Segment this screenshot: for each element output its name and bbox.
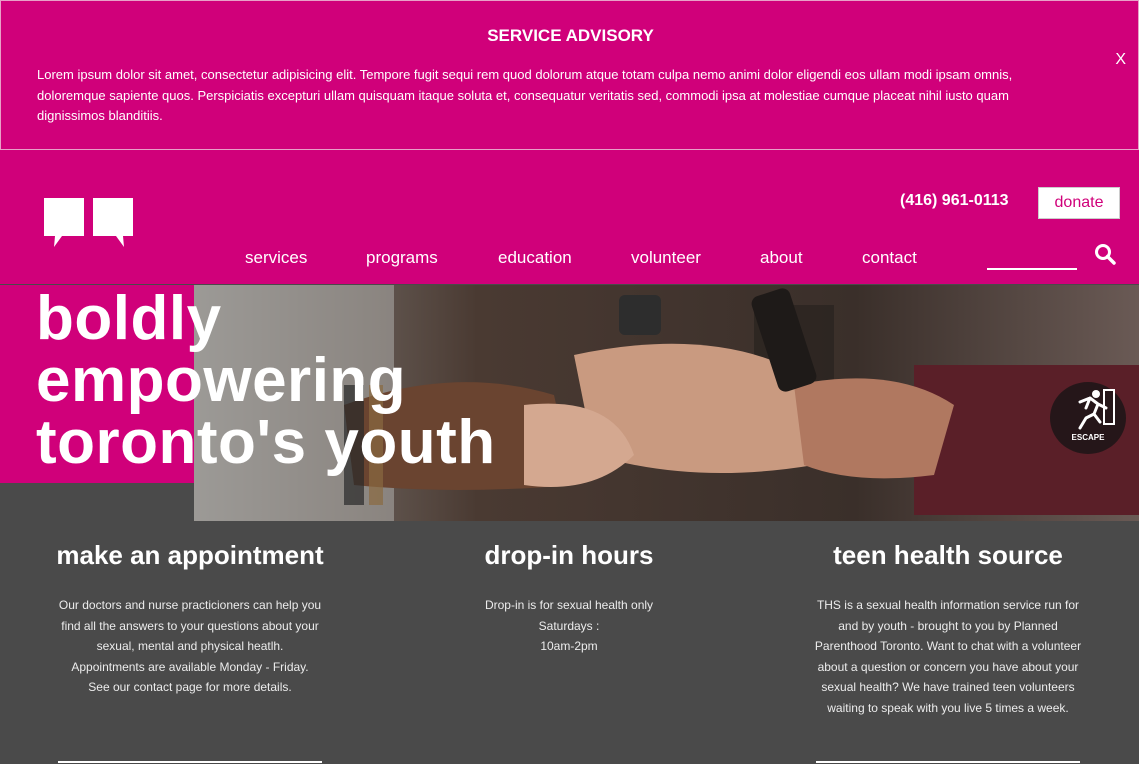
escape-button[interactable]: ESCAPE (1050, 382, 1126, 454)
teen-health-text-line: and by youth - brought to you by Planned (838, 618, 1058, 633)
phone-number[interactable]: (416) 961-0113 (900, 192, 1009, 210)
teen-health-column: teen health source THS is a sexual healt… (798, 540, 1098, 718)
appointment-text-line: find all the answers to your questions a… (61, 618, 319, 633)
advisory-title: SERVICE ADVISORY (487, 26, 654, 45)
drop-in-text-line: 10am-2pm (540, 639, 598, 653)
appointment-text: Our doctors and nurse practicioners can … (40, 595, 340, 698)
nav-volunteer[interactable]: volunteer (631, 248, 701, 268)
escape-label: ESCAPE (1071, 433, 1105, 442)
appointment-underline (58, 761, 322, 763)
nav-programs[interactable]: programs (366, 248, 438, 268)
advisory-body: Lorem ipsum dolor sit amet, consectetur … (37, 67, 1013, 123)
hero-title-line-1: boldly (36, 284, 222, 353)
speech-bubbles-logo[interactable] (44, 195, 136, 251)
appointment-title: make an appointment (56, 540, 324, 570)
appointment-text-line: sexual, mental and physical heatlh. (96, 639, 284, 653)
nav-about[interactable]: about (760, 248, 803, 268)
search-icon[interactable] (1093, 243, 1117, 267)
teen-health-text: THS is a sexual health information servi… (798, 595, 1098, 718)
hero-title-line-3: toronto's youth (36, 408, 496, 477)
teen-health-text-line: waiting to speak with you live 5 times a… (827, 700, 1069, 715)
hero-title-line-2: empowering (36, 346, 407, 415)
teen-health-text-line: THS is a sexual health information servi… (816, 598, 1080, 612)
running-person-icon (1078, 389, 1115, 430)
appointment-column: make an appointment Our doctors and nurs… (40, 540, 340, 698)
nav-contact[interactable]: contact (862, 248, 917, 268)
drop-in-text: Drop-in is for sexual health only Saturd… (419, 595, 719, 657)
teen-health-underline (816, 761, 1080, 763)
drop-in-title: drop-in hours (484, 540, 654, 570)
appointment-text-line: See our contact page for more details. (88, 680, 292, 694)
advisory-close-button[interactable]: X (1115, 51, 1126, 69)
appointment-text-line: Our doctors and nurse practicioners can … (58, 598, 322, 612)
search-input[interactable] (987, 246, 1081, 270)
hero-title: boldly empowering toronto's youth (36, 288, 496, 474)
drop-in-text-line: Saturdays : (538, 618, 600, 633)
nav-education[interactable]: education (498, 248, 572, 268)
nav-services[interactable]: services (245, 248, 307, 268)
teen-health-text-line: Parenthood Toronto. Want to chat with a … (814, 639, 1082, 653)
appointment-text-line: Appointments are available Monday - Frid… (71, 659, 309, 674)
site-header: (416) 961-0113 donate services programs … (0, 150, 1139, 284)
drop-in-text-line: Drop-in is for sexual health only (484, 598, 654, 612)
drop-in-column: drop-in hours Drop-in is for sexual heal… (419, 540, 719, 657)
teen-health-text-line: sexual health? We have trained teen volu… (821, 680, 1075, 694)
search-underline (987, 268, 1077, 270)
teen-health-title: teen health source (833, 540, 1063, 570)
teen-health-text-line: about a question or concern you have abo… (817, 659, 1079, 674)
donate-button[interactable]: donate (1038, 187, 1120, 219)
service-advisory: SERVICE ADVISORY Lorem ipsum dolor sit a… (0, 0, 1139, 150)
